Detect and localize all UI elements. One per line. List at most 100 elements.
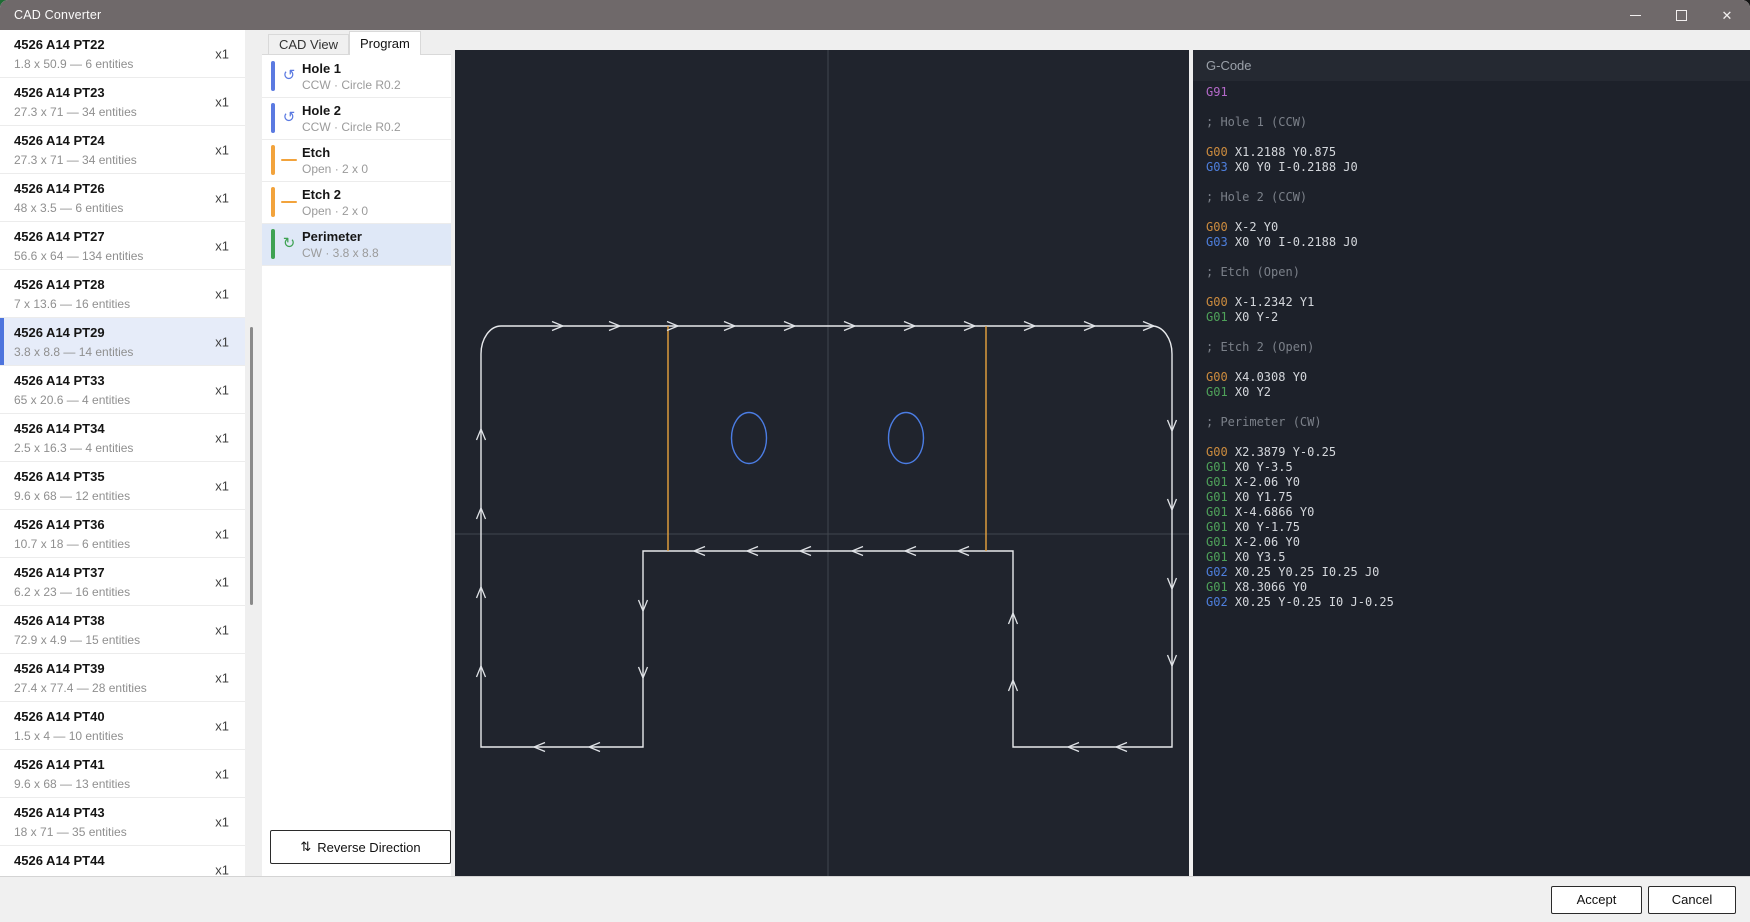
part-qty: x1 xyxy=(215,718,229,733)
gcode-line: G01 X0 Y3.5 xyxy=(1206,550,1750,565)
cw-icon: ↻ xyxy=(280,235,298,253)
operation-meta: Open · 2 x 0 xyxy=(302,204,445,219)
part-qty: x1 xyxy=(215,478,229,493)
part-list-item[interactable]: 4526 A14 PT2327.3 x 71 — 34 entitiesx1 xyxy=(0,78,245,126)
part-meta: 9.6 x 68 — 12 entities xyxy=(14,488,231,504)
part-meta: 65 x 20.6 — 4 entities xyxy=(14,392,231,408)
part-list-item[interactable]: 4526 A14 PT419.6 x 68 — 13 entitiesx1 xyxy=(0,750,245,798)
part-title: 4526 A14 PT27 xyxy=(14,229,231,245)
gcode-header: G-Code xyxy=(1193,50,1750,81)
part-meta: 27.3 x 71 — 34 entities xyxy=(14,104,231,120)
gcode-line xyxy=(1206,325,1750,340)
tab-program[interactable]: Program xyxy=(349,31,421,55)
reverse-direction-button[interactable]: ⇅ Reverse Direction xyxy=(270,830,451,864)
gcode-line: G00 X-1.2342 Y1 xyxy=(1206,295,1750,310)
etch-line-icon xyxy=(280,151,298,169)
parts-list-scrollbar[interactable] xyxy=(245,30,262,876)
part-list-item[interactable]: 4526 A14 PT3610.7 x 18 — 6 entitiesx1 xyxy=(0,510,245,558)
part-list-item[interactable]: 4526 A14 PT44x1 xyxy=(0,846,245,876)
perimeter-outline xyxy=(481,326,1172,747)
part-qty: x1 xyxy=(215,814,229,829)
part-meta: 48 x 3.5 — 6 entities xyxy=(14,200,231,216)
operation-item[interactable]: EtchOpen · 2 x 0 xyxy=(262,140,451,182)
program-panel: CAD ViewProgram ↺Hole 1CCW · Circle R0.2… xyxy=(262,30,451,876)
part-title: 4526 A14 PT34 xyxy=(14,421,231,437)
part-meta: 1.8 x 50.9 — 6 entities xyxy=(14,56,231,72)
part-list-item[interactable]: 4526 A14 PT4318 x 71 — 35 entitiesx1 xyxy=(0,798,245,846)
part-list-item[interactable]: 4526 A14 PT221.8 x 50.9 — 6 entitiesx1 xyxy=(0,30,245,78)
operation-item[interactable]: ↺Hole 1CCW · Circle R0.2 xyxy=(262,56,451,98)
part-list-item[interactable]: 4526 A14 PT342.5 x 16.3 — 4 entitiesx1 xyxy=(0,414,245,462)
operation-title: Etch 2 xyxy=(302,187,445,203)
gcode-line: G01 X0 Y2 xyxy=(1206,385,1750,400)
tab-cad-view[interactable]: CAD View xyxy=(268,34,349,54)
part-list-item[interactable]: 4526 A14 PT2427.3 x 71 — 34 entitiesx1 xyxy=(0,126,245,174)
part-list-item[interactable]: 4526 A14 PT287 x 13.6 — 16 entitiesx1 xyxy=(0,270,245,318)
gcode-text[interactable]: G91 ; Hole 1 (CCW) G00 X1.2188 Y0.875G03… xyxy=(1193,81,1750,876)
part-qty: x1 xyxy=(215,862,229,876)
tabstrip: CAD ViewProgram xyxy=(262,30,451,55)
part-qty: x1 xyxy=(215,286,229,301)
part-meta: 6.2 x 23 — 16 entities xyxy=(14,584,231,600)
part-list-item[interactable]: 4526 A14 PT376.2 x 23 — 16 entitiesx1 xyxy=(0,558,245,606)
part-title: 4526 A14 PT23 xyxy=(14,85,231,101)
operation-item[interactable]: ↻PerimeterCW · 3.8 x 8.8 xyxy=(262,224,451,266)
operation-meta: CW · 3.8 x 8.8 xyxy=(302,246,445,261)
maximize-button[interactable] xyxy=(1658,0,1704,30)
gcode-line: G01 X-2.06 Y0 xyxy=(1206,535,1750,550)
part-list-item[interactable]: 4526 A14 PT2756.6 x 64 — 134 entitiesx1 xyxy=(0,222,245,270)
scrollbar-thumb[interactable] xyxy=(250,327,253,605)
gcode-line: ; Etch 2 (Open) xyxy=(1206,340,1750,355)
gcode-line: G91 xyxy=(1206,85,1750,100)
gcode-line: G01 X0 Y1.75 xyxy=(1206,490,1750,505)
gcode-line: ; Etch (Open) xyxy=(1206,265,1750,280)
gcode-line: G01 X0 Y-2 xyxy=(1206,310,1750,325)
accept-button[interactable]: Accept xyxy=(1551,886,1642,914)
operation-item[interactable]: Etch 2Open · 2 x 0 xyxy=(262,182,451,224)
part-list-item[interactable]: 4526 A14 PT293.8 x 8.8 — 14 entitiesx1 xyxy=(0,318,245,366)
gcode-line: G00 X1.2188 Y0.875 xyxy=(1206,145,1750,160)
close-icon xyxy=(1722,9,1733,22)
minimize-button[interactable] xyxy=(1612,0,1658,30)
window-controls xyxy=(1612,0,1750,30)
cad-canvas[interactable] xyxy=(455,50,1189,876)
part-title: 4526 A14 PT22 xyxy=(14,37,231,53)
part-qty: x1 xyxy=(215,766,229,781)
app-window: CAD Converter 4526 A14 PT22 1.8 x 50.9 — … xyxy=(0,0,1750,922)
titlebar[interactable]: CAD Converter xyxy=(0,0,1750,30)
gcode-line: G02 X0.25 Y0.25 I0.25 J0 xyxy=(1206,565,1750,580)
part-meta: 1.5 x 4 — 10 entities xyxy=(14,728,231,744)
gcode-line xyxy=(1206,250,1750,265)
part-list-item[interactable]: 4526 A14 PT3927.4 x 77.4 — 28 entitiesx1 xyxy=(0,654,245,702)
part-meta: 3.8 x 8.8 — 14 entities xyxy=(14,344,231,360)
close-button[interactable] xyxy=(1704,0,1750,30)
parts-list[interactable]: 4526 A14 PT221.8 x 50.9 — 6 entitiesx145… xyxy=(0,30,245,876)
cancel-button[interactable]: Cancel xyxy=(1648,886,1736,914)
gcode-line: G02 X0.25 Y-0.25 I0 J-0.25 xyxy=(1206,595,1750,610)
part-qty: x1 xyxy=(215,382,229,397)
part-list-item[interactable]: 4526 A14 PT3365 x 20.6 — 4 entitiesx1 xyxy=(0,366,245,414)
operations-list: ↺Hole 1CCW · Circle R0.2↺Hole 2CCW · Cir… xyxy=(262,56,451,266)
gcode-line xyxy=(1206,130,1750,145)
part-list-item[interactable]: 4526 A14 PT2648 x 3.5 — 6 entitiesx1 xyxy=(0,174,245,222)
operation-title: Etch xyxy=(302,145,445,161)
part-title: 4526 A14 PT26 xyxy=(14,181,231,197)
part-list-item[interactable]: 4526 A14 PT3872.9 x 4.9 — 15 entitiesx1 xyxy=(0,606,245,654)
part-qty: x1 xyxy=(215,670,229,685)
gcode-line: ; Hole 2 (CCW) xyxy=(1206,190,1750,205)
operation-color-bar xyxy=(271,229,275,259)
window-title: CAD Converter xyxy=(0,8,101,22)
part-list-item[interactable]: 4526 A14 PT401.5 x 4 — 10 entitiesx1 xyxy=(0,702,245,750)
gcode-line: G03 X0 Y0 I-0.2188 J0 xyxy=(1206,235,1750,250)
operation-meta: CCW · Circle R0.2 xyxy=(302,120,445,135)
part-list-item[interactable]: 4526 A14 PT359.6 x 68 — 12 entitiesx1 xyxy=(0,462,245,510)
operation-item[interactable]: ↺Hole 2CCW · Circle R0.2 xyxy=(262,98,451,140)
part-title: 4526 A14 PT44 xyxy=(14,853,231,869)
part-qty: x1 xyxy=(215,574,229,589)
reverse-direction-icon: ⇅ xyxy=(300,839,311,855)
part-title: 4526 A14 PT41 xyxy=(14,757,231,773)
part-qty: x1 xyxy=(215,334,229,349)
gcode-line: G01 X0 Y-1.75 xyxy=(1206,520,1750,535)
gcode-line xyxy=(1206,205,1750,220)
gcode-line: G00 X2.3879 Y-0.25 xyxy=(1206,445,1750,460)
